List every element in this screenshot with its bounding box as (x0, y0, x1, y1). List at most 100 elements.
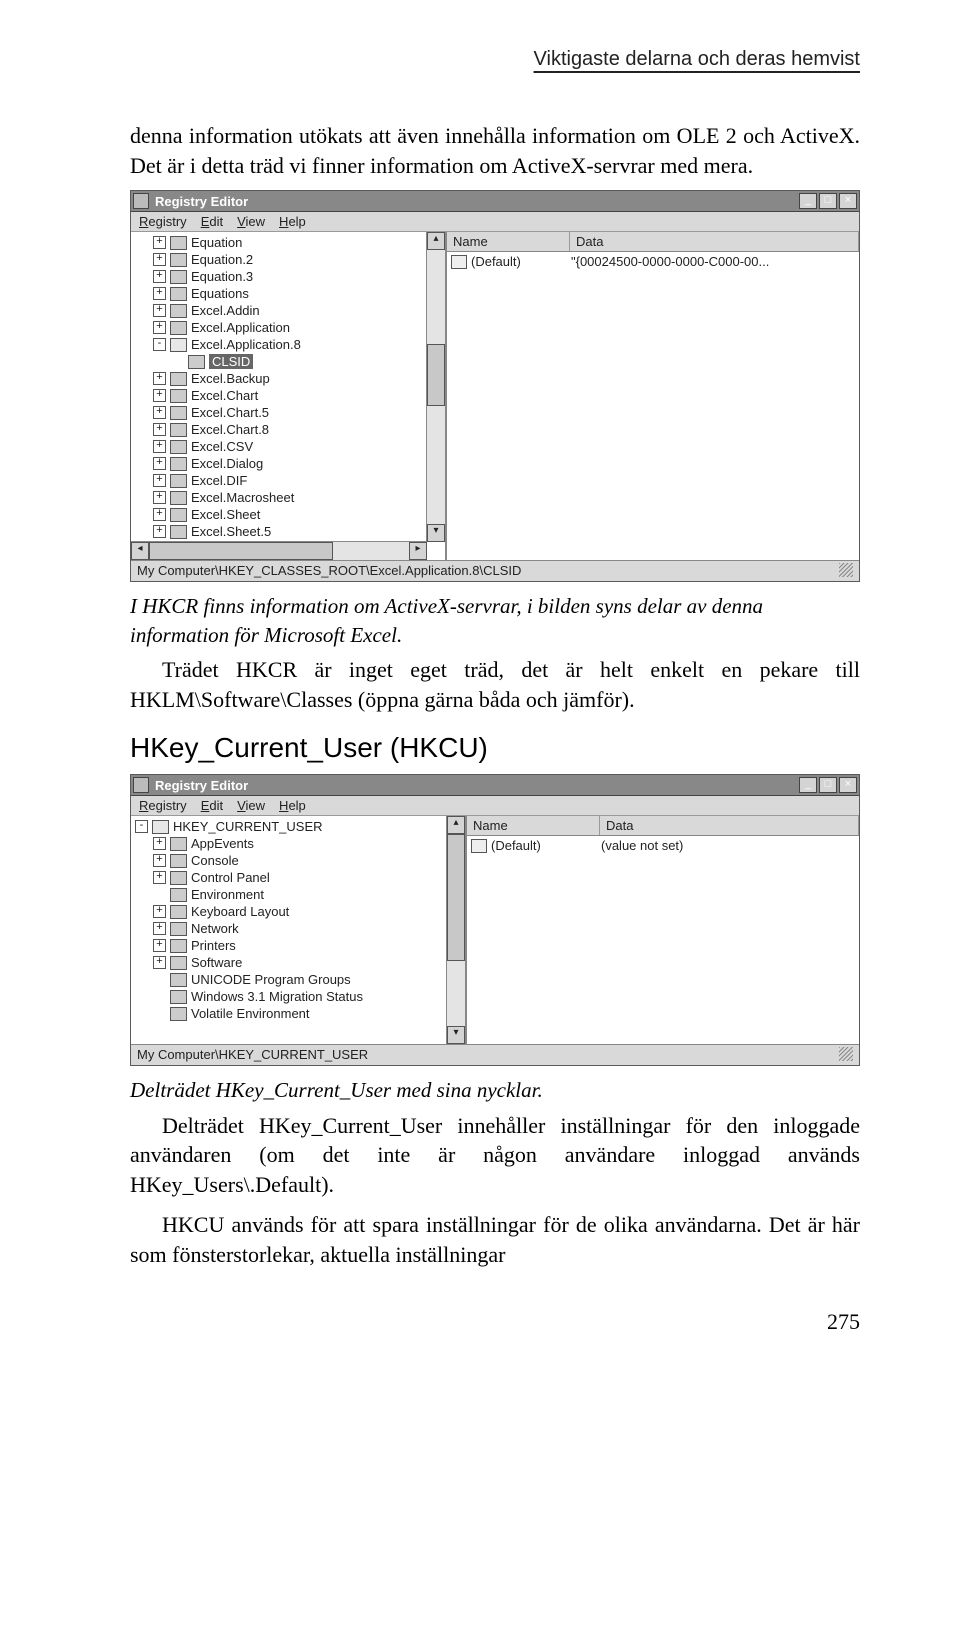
collapse-icon[interactable]: - (153, 338, 166, 351)
tree-item[interactable]: UNICODE Program Groups (135, 971, 445, 988)
menu-registry[interactable]: Registry (139, 214, 187, 229)
expand-icon[interactable]: + (153, 321, 166, 334)
tree-item-label: Excel.Sheet (191, 507, 260, 522)
expand-icon[interactable]: + (153, 440, 166, 453)
tree-item[interactable]: Volatile Environment (135, 1005, 445, 1022)
expand-icon[interactable]: + (153, 939, 166, 952)
menu-help[interactable]: Help (279, 214, 306, 229)
scroll-thumb[interactable] (427, 344, 445, 406)
tree-item[interactable]: +Control Panel (135, 869, 445, 886)
close-button[interactable]: × (839, 193, 857, 209)
tree-item-label: AppEvents (191, 836, 254, 851)
tree-item[interactable]: +Excel.Macrosheet (135, 489, 425, 506)
expand-icon[interactable]: + (153, 304, 166, 317)
tree-item[interactable]: Windows 3.1 Migration Status (135, 988, 445, 1005)
tree-item[interactable]: + AppEvents (135, 835, 445, 852)
expand-icon[interactable]: + (153, 854, 166, 867)
tree-item[interactable]: Environment (135, 886, 445, 903)
scroll-down-button[interactable]: ▾ (427, 524, 445, 542)
tree-item[interactable]: +Console (135, 852, 445, 869)
expand-icon[interactable]: + (153, 525, 166, 538)
expand-icon[interactable]: + (153, 372, 166, 385)
scroll-thumb[interactable] (149, 542, 333, 560)
tree-item[interactable]: +Network (135, 920, 445, 937)
tree-item-label: Excel.Application (191, 320, 290, 335)
expand-icon[interactable]: + (153, 389, 166, 402)
expand-icon[interactable]: + (153, 956, 166, 969)
tree-item[interactable]: +Equation (135, 234, 425, 251)
titlebar[interactable]: Registry Editor _ □ × (131, 191, 859, 212)
expand-icon[interactable]: + (153, 457, 166, 470)
vertical-scrollbar[interactable]: ▴ ▾ (426, 232, 445, 542)
list-pane[interactable]: Name Data (Default) "{00024500-0000-0000… (447, 232, 859, 560)
expand-icon[interactable]: + (153, 423, 166, 436)
resize-grip-icon[interactable] (839, 563, 853, 577)
scroll-up-button[interactable]: ▴ (427, 232, 445, 250)
titlebar[interactable]: Registry Editor _ □ × (131, 775, 859, 796)
scroll-down-button[interactable]: ▾ (447, 1026, 465, 1044)
list-row-default[interactable]: (Default) "{00024500-0000-0000-C000-00..… (451, 254, 855, 269)
vertical-scrollbar[interactable]: ▴ ▾ (446, 816, 465, 1044)
menu-edit[interactable]: Edit (201, 214, 223, 229)
expand-icon[interactable]: + (153, 253, 166, 266)
scroll-thumb[interactable] (447, 834, 465, 961)
expand-icon[interactable]: + (153, 474, 166, 487)
tree-item[interactable]: +Printers (135, 937, 445, 954)
column-name[interactable]: Name (467, 816, 600, 835)
collapse-icon[interactable]: - (135, 820, 148, 833)
tree-item[interactable]: +Excel.Sheet.5 (135, 523, 425, 540)
tree-item[interactable]: + Excel.Sheet (135, 506, 425, 523)
tree-pane[interactable]: +Equation+Equation.2+Equation.3+Equation… (131, 232, 447, 560)
tree-item[interactable]: +Keyboard Layout (135, 903, 445, 920)
expand-icon[interactable]: + (153, 905, 166, 918)
tree-item[interactable]: +Excel.Chart (135, 387, 425, 404)
scroll-right-button[interactable]: ▸ (409, 542, 427, 560)
expand-icon[interactable]: + (153, 270, 166, 283)
column-name[interactable]: Name (447, 232, 570, 251)
tree-item[interactable]: +Software (135, 954, 445, 971)
tree-item[interactable]: +Equations (135, 285, 425, 302)
menu-view[interactable]: View (237, 798, 265, 813)
column-data[interactable]: Data (570, 232, 859, 251)
menu-help[interactable]: Help (279, 798, 306, 813)
close-button[interactable]: × (839, 777, 857, 793)
expand-icon[interactable]: + (153, 508, 166, 521)
expand-icon[interactable]: + (153, 837, 166, 850)
tree-item[interactable]: +Excel.Addin (135, 302, 425, 319)
tree-item[interactable]: +Excel.CSV (135, 438, 425, 455)
tree-item[interactable]: +Excel.Chart.8 (135, 421, 425, 438)
expand-icon[interactable]: + (153, 406, 166, 419)
column-data[interactable]: Data (600, 816, 859, 835)
tree-item[interactable]: CLSID (135, 353, 425, 370)
expand-icon[interactable]: + (153, 287, 166, 300)
tree-item[interactable]: +Equation.3 (135, 268, 425, 285)
tree-item[interactable]: +Excel.Dialog (135, 455, 425, 472)
menubar[interactable]: Registry Edit View Help (131, 212, 859, 232)
tree-item[interactable]: + Excel.Application (135, 319, 425, 336)
list-pane[interactable]: Name Data (Default) (value not set) (467, 816, 859, 1044)
tree-item[interactable]: -HKEY_CURRENT_USER (135, 818, 445, 835)
resize-grip-icon[interactable] (839, 1047, 853, 1061)
tree-item[interactable]: +Excel.Backup (135, 370, 425, 387)
menu-view[interactable]: View (237, 214, 265, 229)
list-row-default[interactable]: (Default) (value not set) (471, 838, 855, 853)
minimize-button[interactable]: _ (799, 193, 817, 209)
scroll-up-button[interactable]: ▴ (447, 816, 465, 834)
expand-icon[interactable]: + (153, 871, 166, 884)
scroll-left-button[interactable]: ◂ (131, 542, 149, 560)
expand-icon[interactable]: + (153, 491, 166, 504)
maximize-button[interactable]: □ (819, 193, 837, 209)
tree-item[interactable]: +Excel.DIF (135, 472, 425, 489)
expand-icon[interactable]: + (153, 236, 166, 249)
tree-item[interactable]: +Excel.Chart.5 (135, 404, 425, 421)
tree-item[interactable]: +Equation.2 (135, 251, 425, 268)
maximize-button[interactable]: □ (819, 777, 837, 793)
menubar[interactable]: Registry Edit View Help (131, 796, 859, 816)
tree-pane[interactable]: -HKEY_CURRENT_USER + AppEvents+Console+Con… (131, 816, 467, 1044)
tree-item[interactable]: -Excel.Application.8 (135, 336, 425, 353)
menu-registry[interactable]: Registry (139, 798, 187, 813)
expand-icon[interactable]: + (153, 922, 166, 935)
menu-edit[interactable]: Edit (201, 798, 223, 813)
horizontal-scrollbar[interactable]: ◂ ▸ (131, 541, 427, 560)
minimize-button[interactable]: _ (799, 777, 817, 793)
